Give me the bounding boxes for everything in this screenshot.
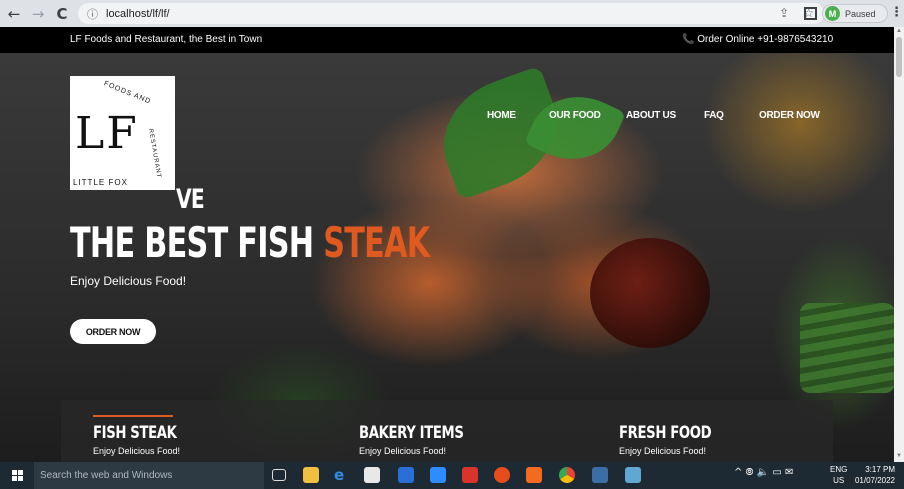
- region-code: US: [833, 476, 845, 485]
- order-phone[interactable]: 📞 Order Online +91-9876543210: [682, 34, 833, 45]
- scroll-up-icon[interactable]: ▲: [896, 28, 902, 34]
- hero-headline-line1: VE: [176, 184, 205, 215]
- feature-title: FRESH FOOD: [619, 423, 712, 443]
- avatar: M: [825, 6, 840, 21]
- nav-order-now[interactable]: ORDER NOW: [759, 110, 820, 121]
- app-icon[interactable]: [462, 467, 478, 483]
- clock-time: 3:17 PM: [865, 465, 895, 474]
- profile-status: Paused: [845, 8, 876, 19]
- nav-about-us[interactable]: ABOUT US: [626, 110, 676, 121]
- share-icon[interactable]: ⇪: [779, 6, 789, 20]
- tagline: LF Foods and Restaurant, the Best in Tow…: [70, 34, 263, 45]
- features-strip: FISH STEAK Enjoy Delicious Food! BAKERY …: [61, 400, 833, 462]
- side-panel-icon[interactable]: [804, 7, 817, 20]
- start-button[interactable]: [0, 462, 34, 489]
- language-code: ENG: [830, 465, 848, 474]
- logo-arc-text: RESTAURANT: [147, 128, 162, 179]
- app-icon[interactable]: [398, 467, 414, 483]
- feature-subtitle: Enjoy Delicious Food!: [93, 446, 181, 456]
- logo-arc-text: FOODS AND: [102, 80, 152, 106]
- store-icon[interactable]: [364, 467, 380, 483]
- webpage: LF Foods and Restaurant, the Best in Tow…: [0, 27, 894, 462]
- app-icon[interactable]: [625, 467, 641, 483]
- scrollbar-thumb[interactable]: [896, 37, 902, 77]
- taskbar-clock[interactable]: 3:17 PM 01/07/2022: [853, 464, 895, 486]
- feature-card: FISH STEAK Enjoy Delicious Food!: [93, 400, 200, 456]
- reload-icon[interactable]: C: [52, 4, 72, 24]
- address-bar[interactable]: ⓘ localhost/lf/lf/ ⇪ ☆: [78, 3, 824, 24]
- logo-subtitle: LITTLE FOX: [73, 178, 128, 187]
- feature-title: FISH STEAK: [93, 423, 177, 443]
- taskbar-search[interactable]: Search the web and Windows: [34, 462, 264, 489]
- hero-headline-main: THE BEST FISH: [70, 218, 324, 267]
- logo-monogram: LF: [75, 108, 139, 159]
- hero-image-beans: [800, 303, 894, 393]
- app-icon[interactable]: [592, 467, 608, 483]
- url-text[interactable]: localhost/lf/lf/: [106, 8, 170, 20]
- back-icon[interactable]: ←: [4, 4, 24, 24]
- edge-browser-icon[interactable]: e: [334, 467, 350, 483]
- hero-image-sauce: [590, 238, 710, 348]
- hero-subtitle: Enjoy Delicious Food!: [70, 274, 187, 288]
- clock-date: 01/07/2022: [854, 476, 895, 485]
- forward-icon[interactable]: →: [28, 4, 48, 24]
- xampp-icon[interactable]: [526, 467, 542, 483]
- nav-our-food[interactable]: OUR FOOD: [549, 110, 601, 121]
- order-now-button[interactable]: ORDER NOW: [70, 319, 156, 344]
- profile-button[interactable]: M Paused: [822, 4, 888, 23]
- feature-subtitle: Enjoy Delicious Food!: [359, 446, 447, 456]
- zoom-icon[interactable]: [430, 467, 446, 483]
- file-explorer-icon[interactable]: [303, 467, 319, 483]
- top-info-bar: LF Foods and Restaurant, the Best in Tow…: [0, 27, 894, 53]
- feature-card: FRESH FOOD Enjoy Delicious Food!: [619, 400, 737, 456]
- browser-toolbar: ← → C ⓘ localhost/lf/lf/ ⇪ ☆ M Paused ⋮: [0, 0, 904, 27]
- task-view-icon[interactable]: [272, 469, 286, 481]
- chrome-icon[interactable]: [559, 467, 575, 483]
- feature-card: BAKERY ITEMS Enjoy Delicious Food!: [359, 400, 493, 456]
- feature-subtitle: Enjoy Delicious Food!: [619, 446, 707, 456]
- site-logo[interactable]: FOODS AND RESTAURANT LF LITTLE FOX: [70, 76, 175, 190]
- system-tray[interactable]: ^ ⦾ 🔈 ▭ ✉: [734, 467, 793, 478]
- browser-menu-icon[interactable]: ⋮: [890, 5, 903, 20]
- nav-home[interactable]: HOME: [487, 110, 516, 121]
- hero-headline: THE BEST FISH STEAK: [70, 218, 430, 267]
- opera-icon[interactable]: [494, 467, 510, 483]
- nav-faq[interactable]: FAQ: [704, 110, 724, 121]
- site-info-icon[interactable]: ⓘ: [87, 6, 98, 22]
- windows-logo-icon: [11, 470, 23, 481]
- hero-headline-accent: STEAK: [323, 218, 430, 267]
- language-indicator[interactable]: ENG US: [830, 464, 847, 486]
- feature-title: BAKERY ITEMS: [359, 423, 464, 443]
- accent-bar: [93, 415, 173, 417]
- page-scrollbar[interactable]: ▲ ▼: [894, 27, 904, 462]
- scroll-down-icon[interactable]: ▼: [896, 453, 902, 459]
